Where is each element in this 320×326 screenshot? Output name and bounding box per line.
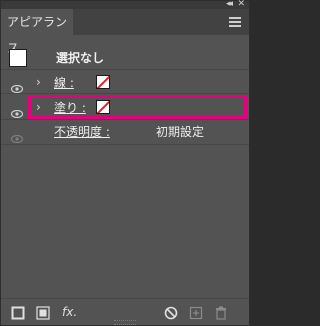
add-new-stroke-icon[interactable] — [11, 305, 25, 320]
visibility-eye-icon[interactable] — [10, 128, 24, 144]
fill-none-swatch[interactable] — [96, 100, 110, 114]
tab-appearance[interactable]: アピアランス — [1, 9, 73, 55]
collapse-panel-icon[interactable]: ◂◂ — [226, 0, 233, 9]
row-divider — [1, 144, 249, 145]
duplicate-item-icon[interactable] — [189, 305, 203, 320]
resize-grip[interactable] — [114, 320, 136, 325]
row-divider — [1, 119, 249, 120]
close-panel-icon[interactable]: ✕ — [237, 0, 245, 9]
bottom-toolbar: fx. — [1, 298, 249, 326]
clear-appearance-icon[interactable] — [164, 305, 178, 320]
panel-tab-bar: アピアランス — [1, 9, 249, 55]
add-new-fill-icon[interactable] — [36, 305, 50, 320]
fill-label[interactable]: 塗り : — [54, 101, 86, 115]
add-new-effect-icon[interactable]: fx. — [62, 305, 84, 319]
expand-chevron-icon[interactable]: › — [36, 76, 41, 88]
stroke-none-swatch[interactable] — [96, 75, 110, 89]
panel-title-strip: ◂◂ ✕ — [1, 0, 249, 9]
expand-chevron-icon[interactable]: › — [36, 101, 41, 113]
selection-thumbnail — [9, 49, 27, 67]
visibility-eye-icon[interactable] — [10, 103, 24, 119]
row-divider — [1, 69, 249, 70]
visibility-eye-icon[interactable] — [10, 78, 24, 94]
stroke-label[interactable]: 線 : — [54, 76, 74, 90]
delete-item-icon[interactable] — [214, 305, 228, 320]
appearance-panel: ◂◂ ✕ アピアランス 選択なし › 線 : › 塗り : 不透明度 : 初期設… — [0, 0, 250, 326]
selection-label: 選択なし — [56, 51, 105, 65]
row-divider — [1, 93, 249, 94]
opacity-label[interactable]: 不透明度 : — [54, 125, 110, 139]
panel-menu-icon[interactable] — [229, 17, 241, 27]
opacity-value: 初期設定 — [156, 125, 205, 139]
